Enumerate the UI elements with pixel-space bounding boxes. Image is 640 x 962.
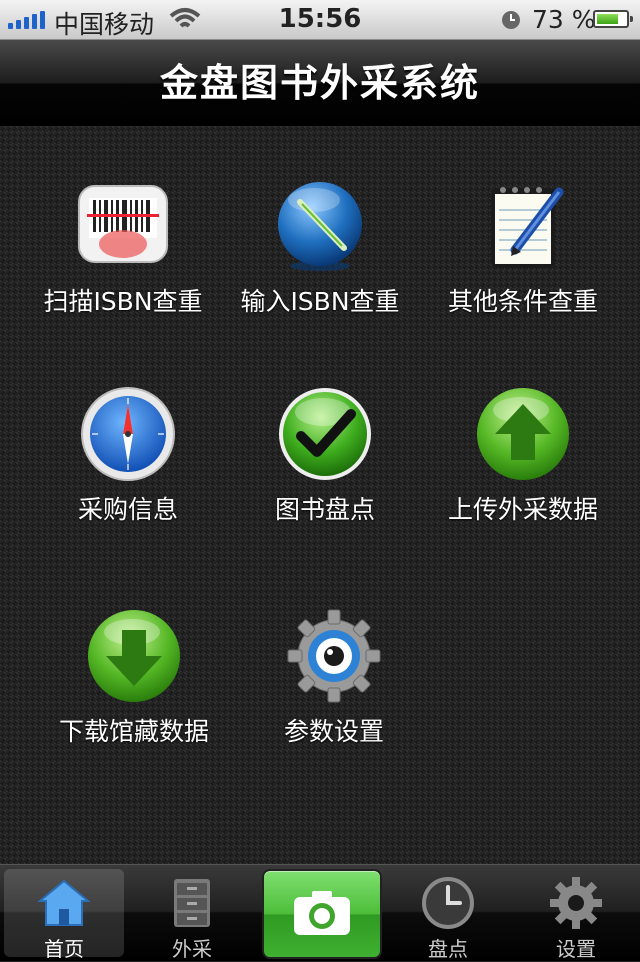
tab-label: 首页 — [44, 937, 84, 961]
menu-parameter-settings[interactable]: 参数设置 — [229, 608, 439, 748]
download-arrow-icon — [86, 608, 182, 704]
main-menu-grid: 扫描ISBN查重 输入ISBN查重 其他条件查重 采购信息 图书盘点 上传外采数… — [0, 126, 640, 864]
notepad-pen-icon — [475, 178, 571, 274]
home-icon — [36, 875, 92, 931]
tab-label: 外采 — [172, 937, 212, 961]
menu-label: 下载馆藏数据 — [58, 717, 209, 746]
upload-arrow-icon — [475, 386, 571, 482]
compass-icon — [80, 386, 176, 482]
checkmark-icon — [277, 386, 373, 482]
tab-label: 盘点 — [428, 937, 468, 961]
tab-settings[interactable]: 设置 — [516, 869, 636, 961]
gear-icon — [548, 875, 604, 931]
menu-label: 采购信息 — [77, 495, 178, 524]
alarm-icon — [500, 8, 522, 37]
menu-other-conditions[interactable]: 其他条件查重 — [418, 178, 628, 318]
pen-globe-icon — [272, 178, 368, 274]
menu-download-data[interactable]: 下载馆藏数据 — [29, 608, 239, 748]
menu-upload-data[interactable]: 上传外采数据 — [418, 386, 628, 526]
battery-icon — [593, 10, 633, 28]
status-bar: 中国移动 15:56 73 % — [0, 0, 640, 40]
barcode-scanner-icon — [75, 178, 171, 274]
menu-label: 输入ISBN查重 — [240, 287, 400, 316]
menu-label: 图书盘点 — [274, 495, 375, 524]
clock-icon — [420, 875, 476, 931]
menu-book-inventory[interactable]: 图书盘点 — [220, 386, 430, 526]
camera-icon — [294, 891, 350, 935]
menu-scan-isbn[interactable]: 扫描ISBN查重 — [18, 178, 228, 318]
menu-label: 上传外采数据 — [447, 495, 598, 524]
menu-purchase-info[interactable]: 采购信息 — [23, 386, 233, 526]
menu-label: 参数设置 — [283, 717, 384, 746]
cabinet-icon — [164, 875, 220, 931]
battery-percent: 73 % — [532, 5, 596, 34]
tab-purchase[interactable]: 外采 — [132, 869, 252, 961]
menu-input-isbn[interactable]: 输入ISBN查重 — [215, 178, 425, 318]
gear-eye-icon — [286, 608, 382, 704]
tab-label: 设置 — [556, 937, 596, 961]
tab-inventory[interactable]: 盘点 — [388, 869, 508, 961]
tab-bar: 首页 外采 盘点 设置 — [0, 864, 640, 961]
tab-home[interactable]: 首页 — [4, 869, 124, 961]
menu-label: 其他条件查重 — [447, 287, 598, 316]
menu-label: 扫描ISBN查重 — [43, 287, 203, 316]
page-title: 金盘图书外采系统 — [0, 40, 640, 126]
camera-button[interactable] — [262, 869, 382, 959]
